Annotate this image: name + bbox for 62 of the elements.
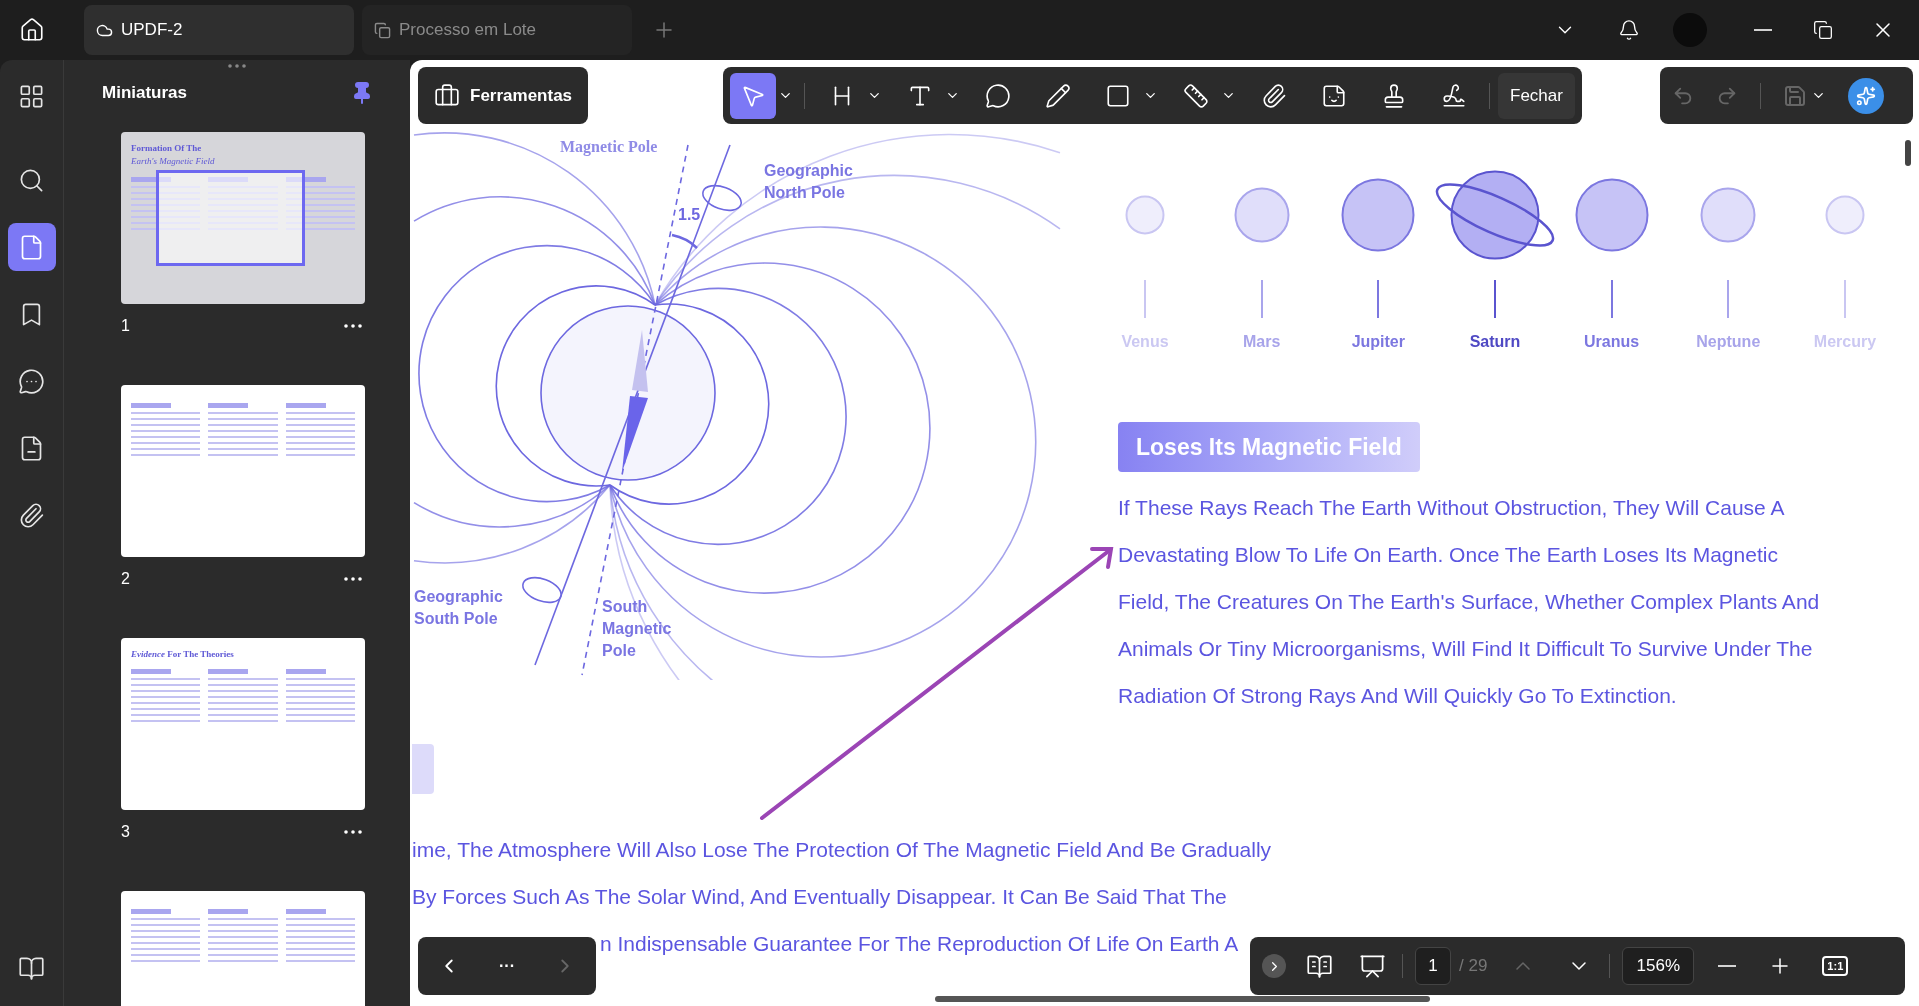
page-number: 3 [121,821,130,842]
body-paragraph: If These Rays Reach The Earth Without Obstruction, They Will Cause A Devastating Blow To Life On Earth. Once The Earth Loses Its Magnetic Field, The Creatures On The Earth's Surface, Whether Complex Plants And Animals Or Tiny Microorganisms, Will Find It Difficult To Survive Under The Radiation Of Strong Rays And Will Quickly Go To Extinction. [1118,495,1820,709]
home-icon [19,17,45,43]
chat-icon [18,367,45,395]
sticker-icon [1321,82,1347,109]
angle-label: 1.5 [678,205,701,225]
page-thumbnail[interactable]: Evidence For The Theories [121,637,365,810]
minimize-icon [1754,29,1772,31]
planet-label: Neptune [1696,332,1761,352]
body-text-line: ime, The Atmosphere Will Also Lose The Protection Of The Magnetic Field And Be Gradually [412,837,1272,863]
ellipsis-icon [344,829,362,834]
minus-icon [1718,965,1737,967]
page-thumbnail[interactable]: Formation Of The Earth's Magnetic Field [121,131,365,304]
vertical-scrollbar[interactable] [1905,140,1911,166]
section-heading: Loses Its Magnetic Field [1118,422,1420,472]
tool-button[interactable] [730,72,776,119]
close-tools-button[interactable]: Fechar [1498,72,1575,119]
save-icon [1783,83,1807,108]
body-text-line: n Indispensable Guarantee For The Reproduction Of Life On Earth A [600,931,1239,957]
restore-icon [1813,20,1833,40]
document-tab[interactable]: UPDF-2 [84,5,354,55]
diagram-label: Geographic North Pole [764,161,854,203]
bell-icon [1618,19,1640,41]
horizontal-scrollbar[interactable] [935,996,1430,1002]
diagram-label: South Magnetic Pole [602,597,673,661]
page-number: 2 [121,568,130,589]
planet-label: Mars [1242,332,1281,352]
zoom-field[interactable]: 156% [1622,947,1695,985]
more-button[interactable]: ··· [499,954,515,978]
page-number: 1 [121,315,130,336]
sidebar-button[interactable] [7,223,56,271]
ellipsis-icon [344,323,362,328]
signature-icon [1441,82,1467,109]
actual-size-button[interactable]: 1:1 [1822,956,1849,976]
ellipsis-icon [344,576,362,581]
planet-label: Uranus [1584,332,1640,352]
ai-assistant-button[interactable] [1848,77,1884,114]
copy-icon [374,21,391,39]
comment-icon [985,82,1011,109]
planet-label: Jupiter [1351,332,1405,352]
page-thumbnail[interactable] [121,384,365,557]
sparkles-icon [1856,85,1876,106]
paperclip-icon [1261,82,1287,109]
page-total: / 29 [1459,955,1488,978]
body-text-line: By Forces Such As The Solar Wind, And Eventually Disappear. It Can Be Said That The [412,884,1227,910]
pencil-icon [1045,82,1071,109]
paperclip-icon [18,501,45,529]
thumbnail-title: Evidence For The Theories [131,647,235,661]
collapse-button[interactable] [1262,954,1286,978]
panel-title: Miniaturas [102,82,188,104]
thumbnail-title: Formation Of The [131,141,203,155]
ruler-icon [1183,82,1209,109]
rectangle-icon [1105,82,1131,109]
page-number-field[interactable]: 1 [1415,947,1451,985]
highlight-block [412,744,434,794]
document-tab[interactable]: Processo em Lote [362,5,632,55]
tools-button[interactable]: Ferramentas [418,67,589,124]
planet-label: Saturn [1469,332,1521,352]
thumbnail-subtitle: Earth's Magnetic Field [131,155,216,168]
diagram-label: Magnetic Pole [560,137,658,158]
drag-handle-icon [228,64,246,68]
diagram-label: Geographic South Pole [414,587,504,629]
